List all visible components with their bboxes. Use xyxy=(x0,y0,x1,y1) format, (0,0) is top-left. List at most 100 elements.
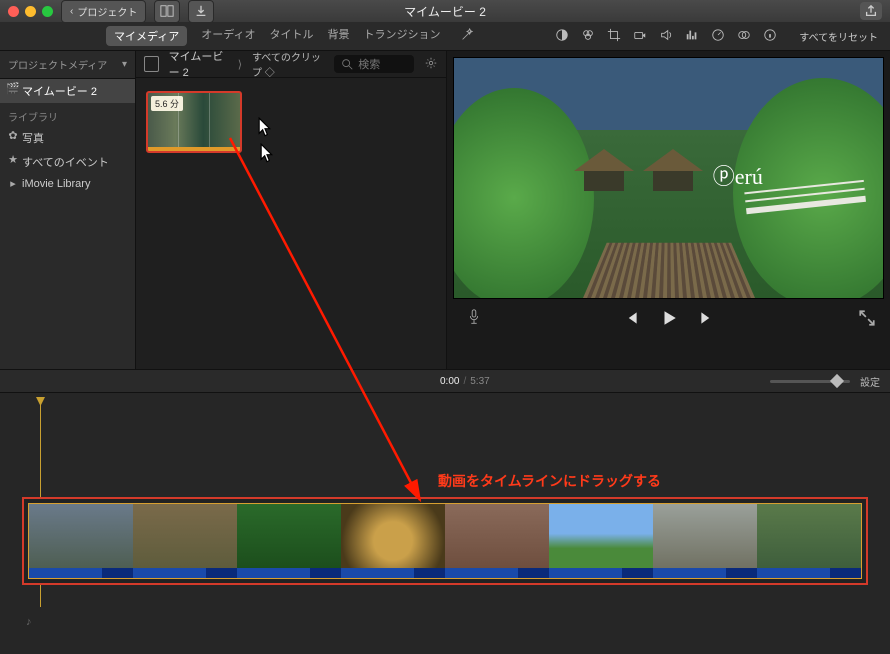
search-placeholder: 検索 xyxy=(358,56,380,72)
timeline[interactable]: 動画をタイムラインにドラッグする ♪ xyxy=(0,393,890,654)
color-balance-icon xyxy=(555,28,569,42)
annotation-instruction: 動画をタイムラインにドラッグする xyxy=(438,471,661,491)
share-button[interactable] xyxy=(860,2,882,20)
tab-backgrounds[interactable]: 背景 xyxy=(327,26,349,46)
total-time: 5:37 xyxy=(470,376,489,387)
preview-canvas[interactable]: ⓟerú xyxy=(453,57,884,299)
reset-all-button[interactable]: すべてをリセット xyxy=(799,29,878,44)
sidebar-item-label: 写真 xyxy=(22,133,44,145)
info-icon xyxy=(763,28,777,42)
timeline-thumbnail xyxy=(757,504,861,578)
tab-my-media[interactable]: マイメディア xyxy=(106,26,187,46)
current-time: 0:00 xyxy=(440,376,459,387)
sidebar-collapse-button[interactable]: ▾ xyxy=(122,59,127,70)
microphone-icon xyxy=(465,308,483,326)
sidebar-item-all-events[interactable]: ★ すべてのイベント xyxy=(0,150,135,174)
next-button[interactable] xyxy=(698,309,716,330)
back-label: プロジェクト xyxy=(77,4,137,19)
tab-audio[interactable]: オーディオ xyxy=(201,26,255,46)
sidebar-project-label: マイムービー 2 xyxy=(22,86,97,98)
sidebar-group-library: ライブラリ xyxy=(0,103,135,126)
search-icon xyxy=(340,57,354,71)
timeline-clip-highlight xyxy=(22,497,868,585)
brand-watermark: ⓟerú xyxy=(713,159,763,191)
browser-header: マイムービー 2 すべてのクリップ ◇ 検索 xyxy=(136,51,446,78)
window-controls xyxy=(8,6,53,17)
transport-controls xyxy=(447,299,890,339)
timeline-thumbnail xyxy=(653,504,757,578)
timeline-thumbnail xyxy=(237,504,341,578)
clip-filter-dropdown[interactable]: すべてのクリップ ◇ xyxy=(252,49,324,79)
star-icon: ★ xyxy=(8,154,18,164)
sidebar-item-label: すべてのイベント xyxy=(22,157,109,169)
layout-columns-icon xyxy=(160,4,174,18)
main-toolbar: マイメディア オーディオ タイトル 背景 トランジション すべてをリセット xyxy=(0,22,890,51)
enhance-wand-button[interactable] xyxy=(460,28,474,45)
clapper-icon: 🎬 xyxy=(8,83,18,93)
skip-forward-icon xyxy=(698,309,716,327)
sidebar-item-label: iMovie Library xyxy=(22,178,90,190)
sidebar-header-label: プロジェクトメディア xyxy=(8,57,107,72)
disclosure-triangle-icon: ▸ xyxy=(8,178,18,188)
adjustment-tools: すべてをリセット xyxy=(555,28,882,45)
share-icon xyxy=(864,4,878,18)
breadcrumb-separator-icon xyxy=(238,58,242,71)
timeline-thumbnail xyxy=(445,504,549,578)
library-sidebar: プロジェクトメディア ▾ 🎬 マイムービー 2 ライブラリ ✿ 写真 ★ すべて… xyxy=(0,51,136,369)
close-window-button[interactable] xyxy=(8,6,19,17)
fullscreen-button[interactable] xyxy=(858,309,876,330)
magic-wand-icon xyxy=(460,28,474,42)
sidebar-item-photos[interactable]: ✿ 写真 xyxy=(0,126,135,150)
crop-icon xyxy=(607,28,621,42)
import-button[interactable] xyxy=(188,0,214,23)
crop-button[interactable] xyxy=(607,28,621,45)
media-clip-thumbnail[interactable]: 5.6 分 xyxy=(146,91,242,153)
sidebar-header: プロジェクトメディア ▾ xyxy=(0,51,135,79)
gear-icon xyxy=(424,56,438,70)
media-tabs: マイメディア オーディオ タイトル 背景 トランジション xyxy=(106,26,440,46)
tab-titles[interactable]: タイトル xyxy=(269,26,313,46)
play-icon xyxy=(660,309,678,327)
expand-icon xyxy=(858,309,876,327)
timeline-clip[interactable] xyxy=(28,503,862,579)
cursor-icon xyxy=(258,117,272,135)
clip-filter-button[interactable] xyxy=(737,28,751,45)
browser-layout-button[interactable] xyxy=(144,56,159,72)
tab-transitions[interactable]: トランジション xyxy=(363,26,440,46)
zoom-window-button[interactable] xyxy=(42,6,53,17)
timeline-settings-button[interactable]: 設定 xyxy=(860,374,880,389)
noise-reduction-button[interactable] xyxy=(685,28,699,45)
info-button[interactable] xyxy=(763,28,777,45)
audio-track-icon: ♪ xyxy=(26,616,42,628)
media-browser: マイムービー 2 すべてのクリップ ◇ 検索 5.6 分 xyxy=(136,51,447,369)
window-titlebar: ‹プロジェクト マイムービー 2 xyxy=(0,0,890,22)
timecode-bar: 0:00 / 5:37 設定 xyxy=(0,369,890,393)
speedometer-icon xyxy=(711,28,725,42)
flower-icon: ✿ xyxy=(8,130,18,140)
overlap-circles-icon xyxy=(737,28,751,42)
sidebar-project-item[interactable]: 🎬 マイムービー 2 xyxy=(0,79,135,103)
skip-back-icon xyxy=(622,309,640,327)
breadcrumb[interactable]: マイムービー 2 xyxy=(169,48,228,80)
play-button[interactable] xyxy=(660,309,678,330)
color-balance-button[interactable] xyxy=(555,28,569,45)
download-arrow-icon xyxy=(194,4,208,18)
timeline-zoom-slider[interactable] xyxy=(770,380,850,383)
color-correction-button[interactable] xyxy=(581,28,595,45)
browser-settings-button[interactable] xyxy=(424,56,438,73)
stabilization-button[interactable] xyxy=(633,28,647,45)
speaker-icon xyxy=(659,28,673,42)
sidebar-item-imovie-library[interactable]: ▸ iMovie Library xyxy=(0,174,135,194)
camera-icon xyxy=(633,28,647,42)
volume-button[interactable] xyxy=(659,28,673,45)
search-input[interactable]: 検索 xyxy=(334,55,414,73)
layout-toggle-button[interactable] xyxy=(154,0,180,23)
timeline-thumbnail xyxy=(341,504,445,578)
voiceover-button[interactable] xyxy=(465,308,483,329)
cursor-icon xyxy=(260,143,274,161)
minimize-window-button[interactable] xyxy=(25,6,36,17)
prev-button[interactable] xyxy=(622,309,640,330)
speed-button[interactable] xyxy=(711,28,725,45)
back-to-projects-button[interactable]: ‹プロジェクト xyxy=(61,0,146,23)
palette-icon xyxy=(581,28,595,42)
